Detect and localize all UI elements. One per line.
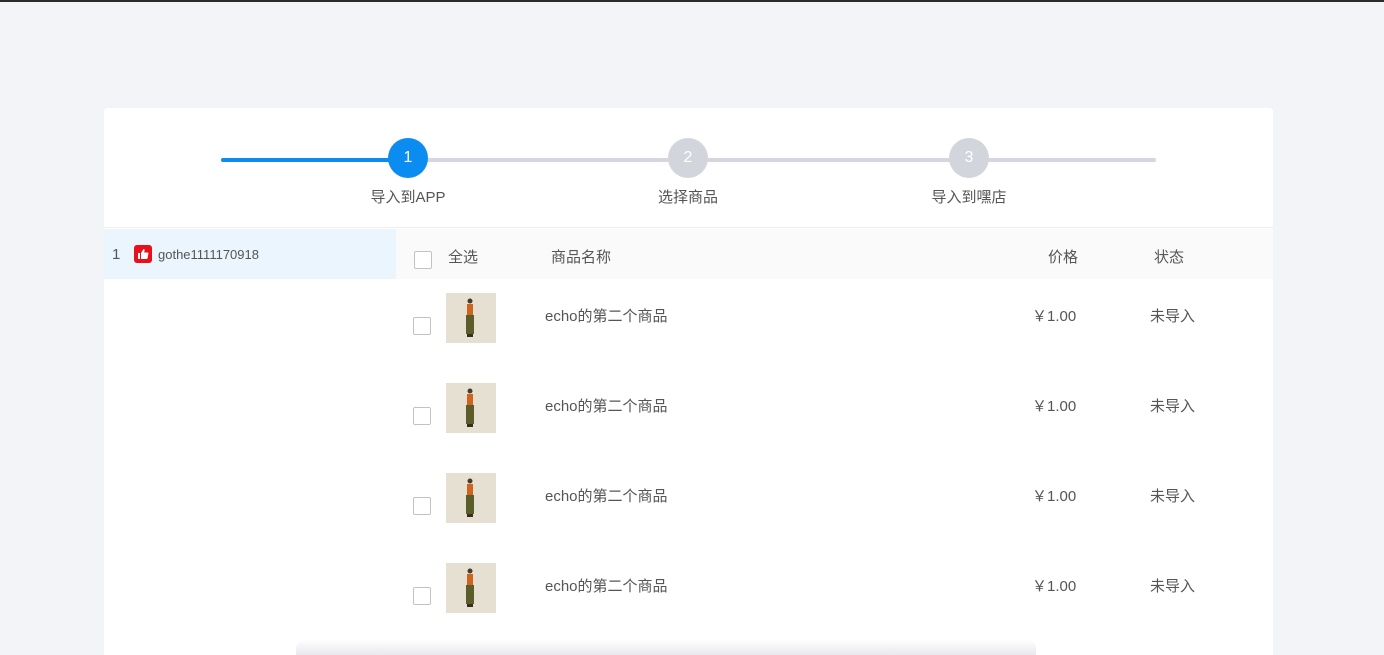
product-thumbnail (446, 563, 496, 613)
step-import-to-app[interactable]: 1 导入到APP (328, 138, 488, 207)
step-number: 2 (668, 138, 708, 178)
import-status: 未导入 (1150, 488, 1196, 505)
product-price: ￥1.00 (1032, 488, 1077, 505)
step-number: 3 (949, 138, 989, 178)
import-card: 1 导入到APP 2 选择商品 3 导入到嘿店 1 gothe111117091… (104, 108, 1273, 655)
row-checkbox[interactable] (413, 317, 431, 335)
product-price: ￥1.00 (1032, 308, 1077, 325)
thumbs-up-icon (134, 245, 152, 263)
import-status: 未导入 (1150, 578, 1196, 595)
step-label: 选择商品 (657, 189, 718, 206)
shop-list-item[interactable]: 1 gothe1111170918 (104, 229, 396, 279)
step-select-products[interactable]: 2 选择商品 (608, 138, 768, 207)
row-checkbox[interactable] (413, 587, 431, 605)
import-status: 未导入 (1150, 398, 1196, 415)
row-checkbox[interactable] (413, 407, 431, 425)
step-number: 1 (388, 138, 428, 178)
shop-name: gothe1111170918 (158, 246, 259, 262)
product-thumbnail (446, 293, 496, 343)
product-name: echo的第二个商品 (545, 398, 668, 415)
table-header: 全选 商品名称 价格 状态 (396, 229, 1273, 279)
product-price: ￥1.00 (1032, 398, 1077, 415)
step-label: 导入到嘿店 (931, 189, 1007, 206)
step-import-to-heidian[interactable]: 3 导入到嘿店 (889, 138, 1049, 207)
table-row: echo的第二个商品 ￥1.00 未导入 (396, 279, 1273, 369)
shop-list: 1 gothe1111170918 (104, 229, 396, 279)
table-row: echo的第二个商品 ￥1.00 未导入 (396, 459, 1273, 549)
shop-index: 1 (112, 245, 121, 263)
product-name: echo的第二个商品 (545, 578, 668, 595)
product-thumbnail (446, 473, 496, 523)
product-table: 全选 商品名称 价格 状态 echo的第二个商品 ￥1.00 未导入 echo的… (396, 229, 1273, 639)
product-thumbnail (446, 383, 496, 433)
floating-panel-edge (296, 640, 1036, 655)
product-price: ￥1.00 (1032, 578, 1077, 595)
table-row: echo的第二个商品 ￥1.00 未导入 (396, 549, 1273, 639)
select-all-checkbox[interactable] (414, 251, 432, 269)
import-status: 未导入 (1150, 308, 1196, 325)
product-name: echo的第二个商品 (545, 308, 668, 325)
window-top-border (0, 0, 1384, 2)
table-row: echo的第二个商品 ￥1.00 未导入 (396, 369, 1273, 459)
product-name: echo的第二个商品 (545, 488, 668, 505)
step-label: 导入到APP (370, 189, 446, 206)
stepper: 1 导入到APP 2 选择商品 3 导入到嘿店 (104, 108, 1273, 228)
row-checkbox[interactable] (413, 497, 431, 515)
